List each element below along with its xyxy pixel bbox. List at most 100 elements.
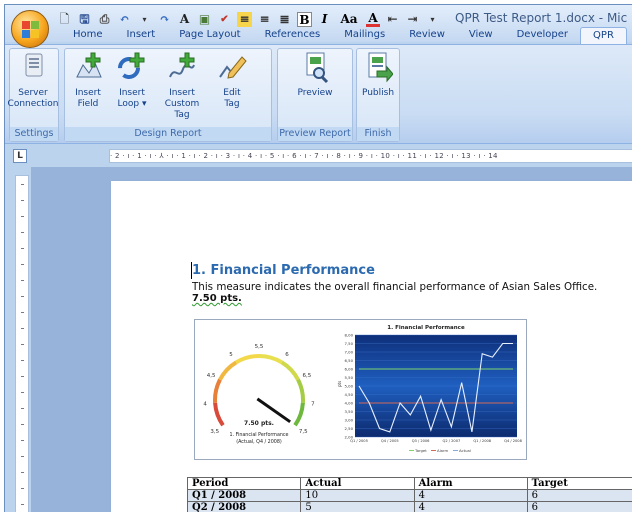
chart-legend-label: Target [414, 448, 427, 453]
tab-selector-icon[interactable]: L [13, 149, 27, 163]
ruler-tick [21, 280, 24, 281]
table-header-target: Target [526, 477, 632, 490]
ruler-tick [21, 216, 24, 217]
chart-y-tick-label: 4,00 [345, 401, 354, 406]
chart-y-tick-label: 7,00 [345, 350, 354, 355]
edit-tag-button[interactable]: Edit Tag [212, 51, 252, 121]
tab-insert[interactable]: Insert [115, 27, 168, 44]
tab-page-layout[interactable]: Page Layout [167, 27, 252, 44]
ruler-tick [21, 360, 24, 361]
table-cell: 10 [300, 489, 415, 502]
tab-qpr[interactable]: QPR [580, 27, 627, 44]
table-header-row: Period Actual Alarm Target [186, 477, 632, 490]
picture-icon[interactable]: ▣ [197, 12, 212, 27]
align-center-icon[interactable]: ≡ [257, 12, 272, 27]
table-header-alarm: Alarm [413, 477, 528, 490]
chart-legend-label: Actual [459, 448, 471, 453]
print-icon[interactable]: ⎙ [97, 12, 112, 27]
chart-x-tick-label: Q4 / 2008 [504, 439, 522, 443]
insert-field-label-2: Field [77, 99, 99, 109]
measure-figure: 3,5 4 4,5 5 5,5 6 6,5 7 7,5 7.50 pts. 1. Financial… [194, 319, 527, 460]
align-left-icon[interactable]: ≡ [237, 11, 252, 27]
table-row: Q2 / 2008 5 4 6 [186, 501, 632, 512]
gauge-needle [256, 397, 291, 424]
quick-access-toolbar: 🗋 🖫 ⎙ ↶ ▾ ↷ A ▣ ✔ ≡ ≡ ≣ B I Aa A ⇤ ⇥ ▾ [57, 10, 440, 28]
server-connection-button[interactable]: Server Connection [8, 51, 58, 110]
ruler-tick [21, 344, 24, 345]
bold-icon[interactable]: B [297, 11, 312, 27]
line-chart: 1. Financial Performance2,002,503,003,50… [337, 325, 523, 453]
edit-tag-label-1: Edit [223, 88, 241, 98]
insert-custom-tag-icon [169, 52, 195, 78]
document-page[interactable]: 1. Financial Performance This measure in… [111, 181, 632, 512]
server-connection-label-1: Server [18, 88, 48, 98]
horizontal-ruler[interactable]: · 2 · ı · 1 · ı · ⅄ · ı · 1 · ı · 2 · ı … [109, 149, 632, 163]
ruler-tick [21, 232, 24, 233]
chart-x-tick-label: Q4 / 2005 [381, 439, 399, 443]
publish-button[interactable]: Publish [360, 51, 396, 99]
preview-button[interactable]: Preview [285, 51, 345, 99]
redo-icon[interactable]: ↷ [157, 12, 172, 27]
chart-y-tick-label: 3,00 [345, 418, 354, 423]
font-color-icon[interactable]: A [366, 11, 380, 27]
gauge-tick-label: 5,5 [255, 344, 264, 350]
italic-icon[interactable]: I [317, 12, 332, 27]
spelling-icon[interactable]: ✔ [217, 12, 232, 27]
justify-icon[interactable]: ≣ [277, 12, 292, 27]
insert-loop-button[interactable]: Insert Loop ▾ [112, 51, 152, 121]
ribbon: Server Connection Settings Insert Field … [5, 44, 632, 144]
ruler-tick [21, 488, 24, 489]
insert-custom-tag-button[interactable]: Insert Custom Tag [156, 51, 208, 121]
group-label-settings: Settings [10, 127, 58, 141]
ruler-tick [21, 408, 24, 409]
group-preview-report: Preview Preview Report [277, 48, 353, 142]
gauge-value-label: 7.50 pts. [244, 420, 274, 427]
preview-label: Preview [297, 88, 333, 98]
ruler-tick [21, 504, 24, 505]
gauge-tick-label: 6 [285, 352, 289, 358]
tab-view[interactable]: View [457, 27, 505, 44]
report-table: Period Actual Alarm Target Q1 / 2008 10 4 6 Q2 … [186, 477, 632, 512]
ruler-tick [21, 392, 24, 393]
gauge-caption-period: (Actual, Q4 / 2008) [236, 439, 282, 445]
tab-mailings[interactable]: Mailings [332, 27, 397, 44]
edit-tag-icon [219, 56, 247, 79]
font-icon[interactable]: A [177, 12, 192, 27]
chart-x-tick-label: Q1 / 2008 [473, 439, 491, 443]
decrease-indent-icon[interactable]: ⇤ [385, 12, 400, 27]
increase-indent-icon[interactable]: ⇥ [405, 12, 420, 27]
table-cell: 5 [300, 501, 415, 512]
window-title: QPR Test Report 1.docx - Mic [455, 11, 628, 25]
new-document-icon[interactable]: 🗋 [57, 12, 72, 27]
tab-references[interactable]: References [253, 27, 333, 44]
gauge-chart: 3,5 4 4,5 5 5,5 6 6,5 7 7,5 7.50 pts. 1. Financial… [203, 344, 315, 445]
insert-loop-label-1: Insert [119, 88, 145, 98]
ruler-tick [21, 264, 24, 265]
tab-home[interactable]: Home [61, 27, 115, 44]
group-settings: Server Connection Settings [8, 48, 59, 142]
quick-access-dropdown-icon[interactable]: ▾ [137, 12, 152, 27]
undo-icon[interactable]: ↶ [117, 12, 132, 27]
tab-review[interactable]: Review [397, 27, 457, 44]
table-cell: Q2 / 2008 [186, 501, 302, 512]
font-size-icon[interactable]: Aa [337, 12, 361, 27]
ruler-tick [21, 456, 24, 457]
tab-developer[interactable]: Developer [505, 27, 580, 44]
ruler-row: L · 2 · ı · 1 · ı · ⅄ · ı · 1 · ı · 2 · … [5, 145, 632, 167]
chart-title: 1. Financial Performance [387, 325, 465, 331]
table-cell: Q1 / 2008 [186, 489, 302, 502]
save-icon[interactable]: 🖫 [77, 12, 92, 27]
gauge-tick-label: 7 [311, 402, 315, 408]
insert-field-button[interactable]: Insert Field [68, 51, 108, 121]
insert-custom-tag-label-2: Custom Tag [164, 99, 200, 120]
server-icon [25, 53, 43, 77]
gauge-arc-segment [213, 402, 225, 427]
vertical-ruler[interactable] [15, 175, 29, 512]
measure-score: 7.50 pts. [192, 293, 242, 304]
customize-toolbar-icon[interactable]: ▾ [425, 12, 440, 27]
gauge-arc-segment [235, 354, 260, 365]
chart-y-tick-label: 3,50 [345, 409, 354, 414]
ruler-tick [21, 200, 24, 201]
office-button[interactable] [11, 10, 49, 48]
ruler-tick [21, 424, 24, 425]
